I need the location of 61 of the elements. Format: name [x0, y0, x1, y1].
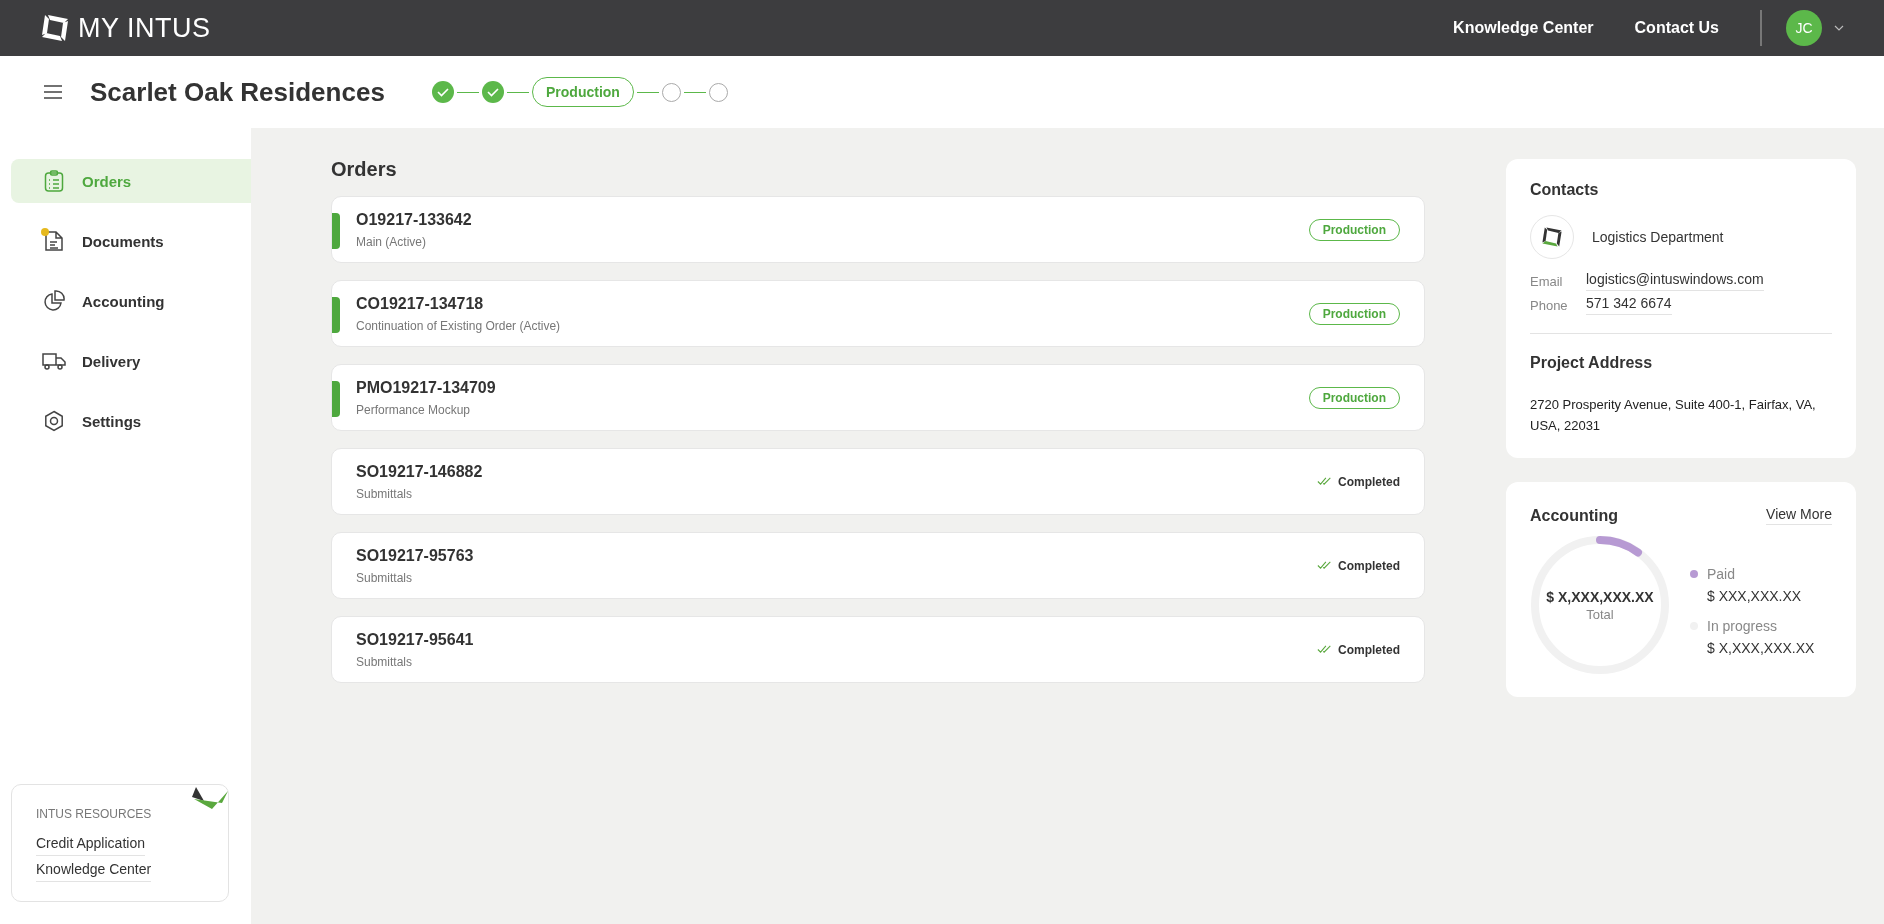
sidebar-item[interactable]: Delivery — [11, 339, 251, 383]
order-number: O19217-133642 — [356, 210, 472, 229]
sidebar-item[interactable]: Documents — [11, 219, 251, 263]
caret-icon[interactable] — [1834, 25, 1844, 31]
order-type: Submittals — [356, 486, 414, 501]
legend-amount: $ X,XXX,XXX.XX — [1707, 640, 1815, 656]
view-more-link[interactable]: View More — [1766, 506, 1832, 525]
menu-icon[interactable] — [44, 85, 62, 99]
address-text: 2720 Prosperity Avenue, Suite 400-1, Fairfax, VA, USA, 22031 — [1530, 396, 1817, 435]
order-number: PMO19217-134709 — [356, 378, 496, 397]
legend-label: In progress — [1707, 618, 1778, 634]
order-card[interactable]: PMO19217-134709 Performance Mockup Production — [331, 364, 1425, 431]
sidebar-item[interactable]: Accounting — [11, 279, 251, 323]
order-type: Submittals — [356, 654, 414, 669]
document-icon — [44, 230, 64, 252]
field-label: Email — [1530, 273, 1564, 289]
total-amount: $ X,XXX,XXX.XX — [1546, 588, 1654, 605]
order-card[interactable]: CO19217-134718 Continuation of Existing Order (Active) Production — [331, 280, 1425, 347]
contact-link[interactable]: 571 342 6674 — [1586, 295, 1672, 315]
order-number: SO19217-95763 — [356, 546, 474, 565]
contact-name: Logistics Department — [1592, 229, 1724, 245]
order-type: Continuation of Existing Order (Active) — [356, 318, 561, 333]
legend-amount: $ XXX,XXX.XX — [1707, 588, 1803, 604]
double-check-icon — [1317, 561, 1333, 570]
pie-chart-icon — [43, 290, 65, 312]
total-label: Total — [1586, 606, 1614, 622]
card-title: Accounting — [1530, 506, 1618, 525]
order-card[interactable]: SO19217-146882 Submittals Completed — [331, 448, 1425, 515]
order-type: Performance Mockup — [356, 402, 472, 417]
contact-link[interactable]: logistics@intuswindows.com — [1586, 271, 1764, 291]
order-number: SO19217-95641 — [356, 630, 474, 649]
order-card[interactable]: SO19217-95641 Submittals Completed — [331, 616, 1425, 683]
legend-label: Paid — [1707, 566, 1736, 582]
resource-link[interactable]: Credit Application — [36, 835, 145, 856]
logo-icon — [40, 13, 70, 43]
card-title: Contacts — [1530, 181, 1600, 199]
check-mark-icon — [192, 785, 228, 811]
double-check-icon — [1317, 477, 1333, 486]
order-number: SO19217-146882 — [356, 462, 483, 481]
order-card[interactable]: O19217-133642 Main (Active) Production — [331, 196, 1425, 263]
project-title: Scarlet Oak Residences — [90, 76, 386, 108]
sidebar-item[interactable]: Settings — [11, 399, 251, 443]
nav-link[interactable]: Contact Us — [1634, 19, 1719, 37]
order-type: Main (Active) — [356, 234, 427, 249]
order-number: CO19217-134718 — [356, 294, 485, 313]
section-label: INTUS RESOURCES — [36, 807, 153, 821]
status-label: Completed — [1338, 558, 1400, 573]
truck-icon — [42, 352, 66, 370]
resource-link[interactable]: Knowledge Center — [36, 861, 152, 882]
double-check-icon — [1317, 645, 1333, 654]
nav-link[interactable]: Knowledge Center — [1453, 19, 1594, 37]
section-title: Orders — [331, 158, 398, 181]
clipboard-icon — [44, 170, 64, 192]
settings-icon — [43, 410, 65, 432]
brand-name: MY INTUS — [78, 12, 211, 44]
status-label: Completed — [1338, 642, 1400, 657]
field-label: Phone — [1530, 297, 1569, 313]
order-type: Submittals — [356, 570, 414, 585]
card-title: Project Address — [1530, 354, 1654, 372]
order-card[interactable]: SO19217-95763 Submittals Completed — [331, 532, 1425, 599]
status-label: Completed — [1338, 474, 1400, 489]
